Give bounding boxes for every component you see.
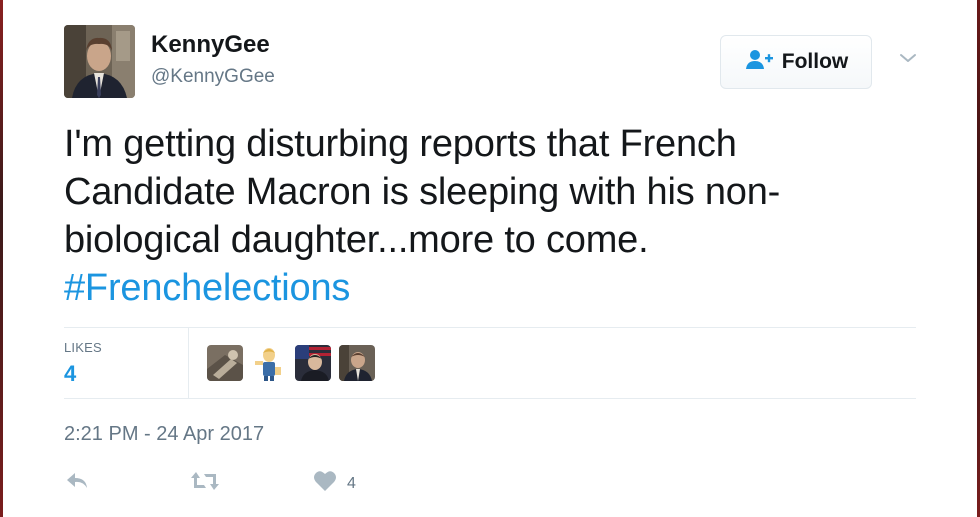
follow-button[interactable]: Follow [720, 35, 872, 89]
hashtag-link[interactable]: #Frenchelections [64, 264, 924, 312]
like-button[interactable]: 4 [313, 470, 356, 497]
likes-count[interactable]: 4 [64, 361, 76, 387]
like-action-count: 4 [347, 474, 356, 492]
liker-avatar[interactable] [295, 345, 331, 381]
reply-icon [64, 470, 90, 497]
tweet-timestamp[interactable]: 2:21 PM - 24 Apr 2017 [64, 423, 264, 446]
liker-avatar[interactable] [339, 345, 375, 381]
stats-vertical-divider [188, 328, 189, 398]
likes-label: LIKES [64, 340, 102, 355]
tweet-text-line-2: Candidate Macron is sleeping with his no… [64, 171, 781, 213]
tweet-text-line-3: biological daughter...more to come. [64, 219, 649, 261]
reply-button[interactable] [64, 470, 90, 497]
stats-bottom-divider [64, 398, 916, 399]
liker-avatar[interactable] [251, 345, 287, 381]
stats-top-divider [64, 327, 916, 328]
retweet-button[interactable] [190, 470, 220, 497]
screen-name[interactable]: @KennyGGee [151, 66, 275, 88]
liker-avatar[interactable] [207, 345, 243, 381]
follow-button-label: Follow [781, 50, 849, 73]
tweet-text-line-1: I'm getting disturbing reports that Fren… [64, 123, 737, 165]
liker-avatars [207, 345, 375, 381]
display-name[interactable]: KennyGee [151, 31, 270, 59]
left-border [0, 0, 3, 517]
profile-avatar[interactable] [64, 25, 135, 98]
retweet-icon [190, 470, 220, 497]
tweet-card: KennyGee @KennyGGee Follow I'm getting d… [0, 0, 980, 517]
follow-user-icon [744, 48, 774, 76]
heart-icon [313, 470, 337, 497]
tweet-text: I'm getting disturbing reports that Fren… [64, 120, 924, 312]
chevron-down-icon[interactable] [897, 50, 919, 66]
